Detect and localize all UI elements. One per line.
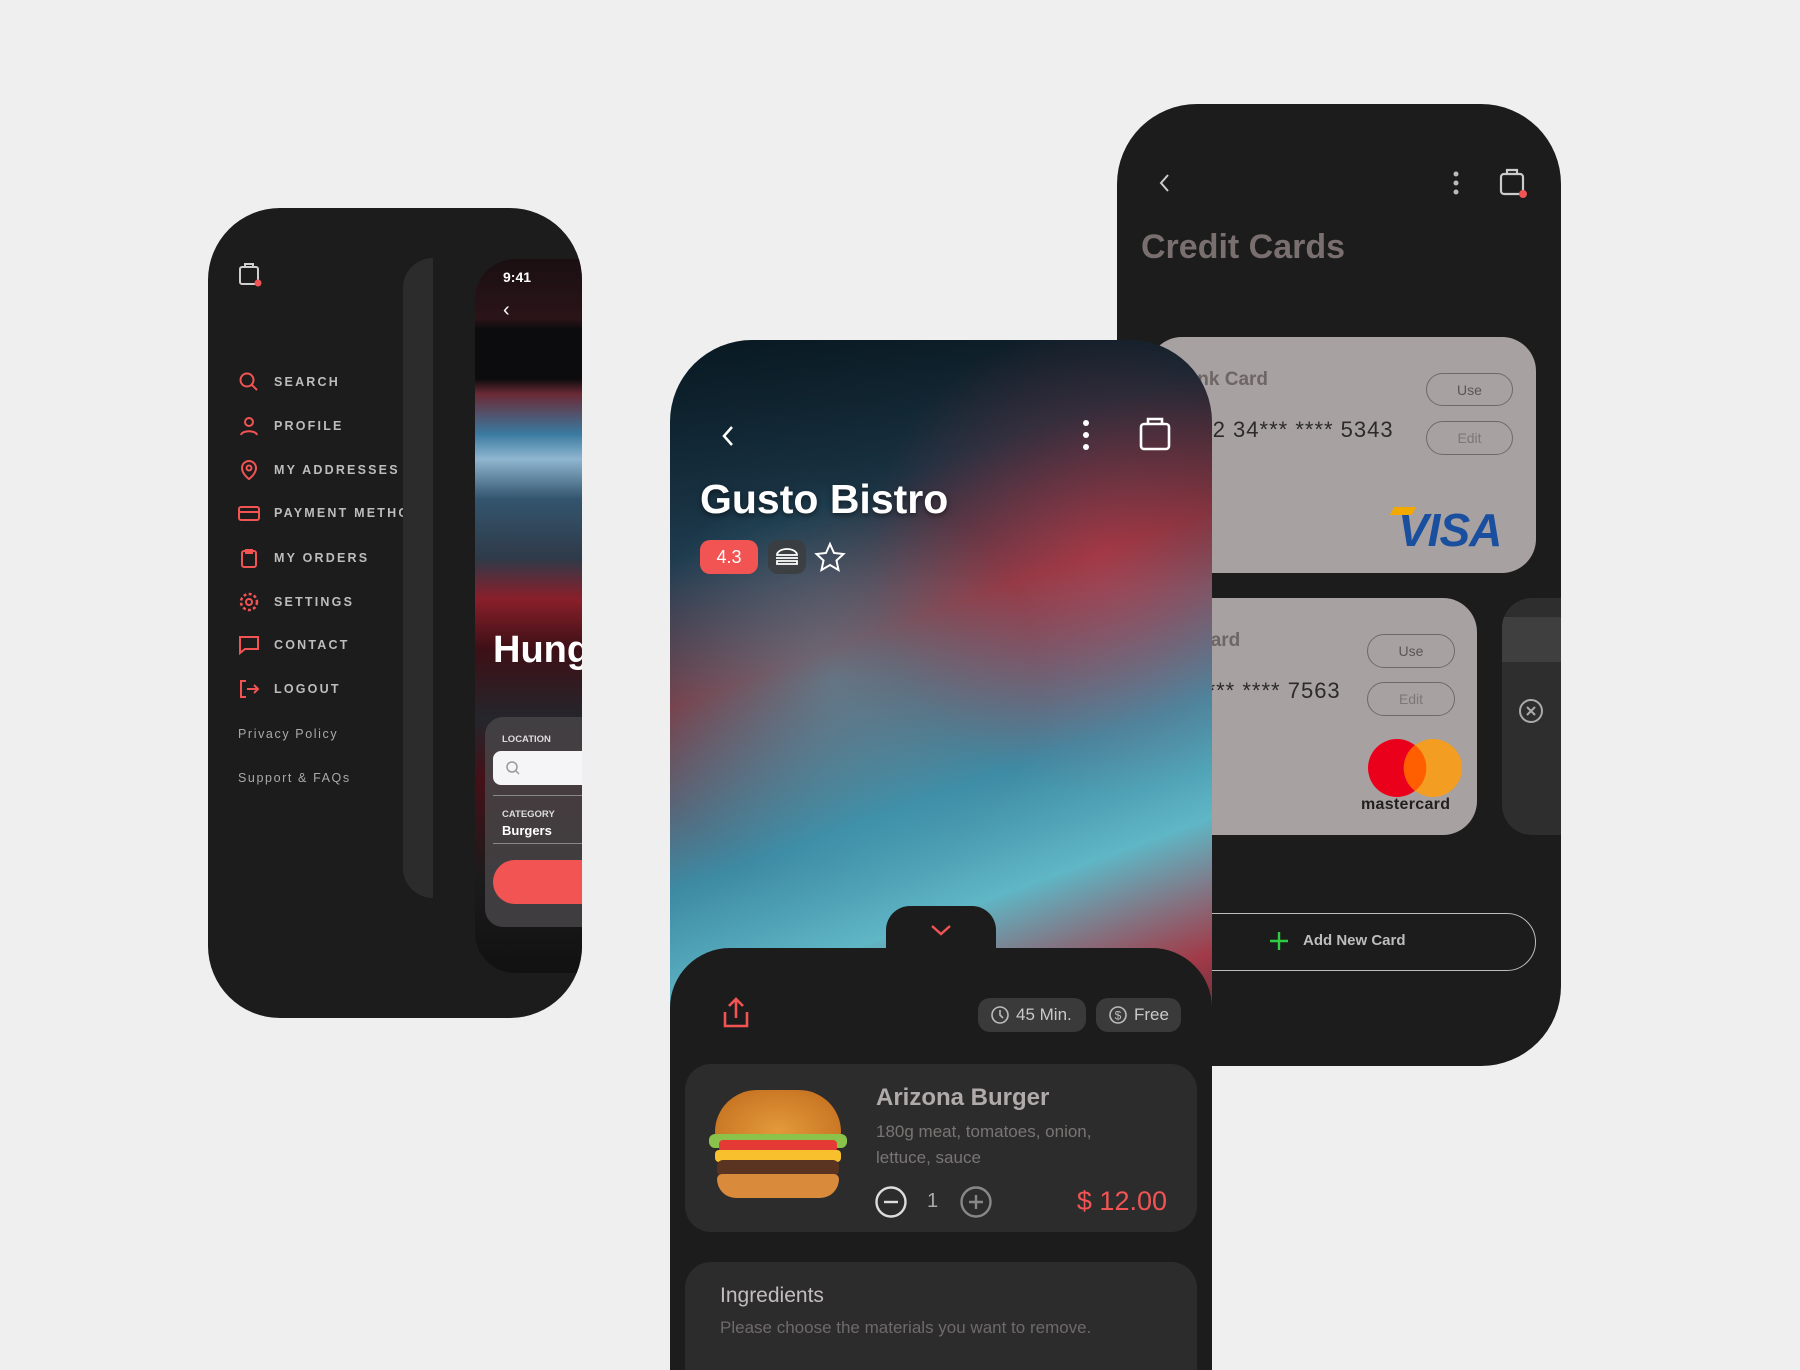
edit-card-button[interactable]: Edit — [1367, 682, 1455, 716]
menu-label: SETTINGS — [274, 595, 355, 609]
item-description: 180g meat, tomatoes, onion, — [876, 1122, 1092, 1141]
close-circle-icon[interactable] — [1518, 698, 1544, 724]
card-number: **** **** 7563 — [1197, 678, 1341, 703]
category-label: CATEGORY — [502, 809, 555, 820]
back-icon[interactable]: ‹ — [503, 299, 510, 322]
share-icon[interactable] — [722, 996, 750, 1030]
delivery-time-chip: 45 Min. — [978, 998, 1086, 1032]
search-icon — [506, 761, 520, 775]
ingredients-subtitle: Please choose the materials you want to … — [720, 1318, 1092, 1337]
menu-item-addresses[interactable]: MY ADDRESSES — [238, 459, 400, 481]
credit-card-icon — [238, 506, 260, 521]
item-name: Arizona Burger — [876, 1084, 1050, 1111]
category-badge — [768, 540, 806, 574]
map-pin-icon — [240, 460, 258, 481]
divider — [493, 843, 582, 844]
menu-item-card[interactable]: Arizona Burger 180g meat, tomatoes, onio… — [685, 1064, 1197, 1232]
search-button[interactable] — [493, 860, 582, 904]
back-icon[interactable] — [720, 424, 738, 448]
search-icon — [239, 372, 258, 391]
clipboard-icon — [241, 549, 257, 568]
back-icon[interactable] — [1157, 172, 1173, 194]
rating-badge: 4.3 — [700, 540, 758, 574]
menu-item-contact[interactable]: CONTACT — [238, 634, 350, 656]
restaurant-name: Gusto Bistro — [700, 476, 949, 522]
mastercard-wordmark: mastercard — [1361, 796, 1451, 813]
search-form: LOCATION CATEGORY Burgers — [485, 717, 582, 927]
quantity-value: 1 — [927, 1190, 939, 1212]
ingredients-title: Ingredients — [720, 1284, 824, 1307]
visa-logo: VISA — [1398, 504, 1502, 556]
delivery-fee: Free — [1134, 1005, 1169, 1024]
burger-icon — [776, 548, 798, 565]
item-price: $ 12.00 — [1076, 1186, 1167, 1216]
menu-label: PROFILE — [274, 419, 344, 433]
menu-label: MY ADDRESSES — [274, 463, 400, 477]
divider — [493, 795, 582, 796]
menu-item-orders[interactable]: MY ORDERS — [238, 547, 369, 569]
user-icon — [240, 417, 258, 436]
gear-icon — [239, 592, 259, 612]
menu-item-profile[interactable]: PROFILE — [238, 415, 344, 437]
category-select[interactable]: Burgers — [502, 823, 552, 838]
shopping-bag-icon[interactable] — [1499, 166, 1529, 198]
privacy-policy-link[interactable]: Privacy Policy — [238, 727, 338, 741]
more-vertical-icon[interactable] — [1081, 418, 1091, 452]
ingredients-card: Ingredients Please choose the materials … — [685, 1262, 1197, 1370]
star-icon[interactable] — [814, 541, 846, 573]
menu-item-logout[interactable]: LOGOUT — [238, 678, 341, 700]
location-label: LOCATION — [502, 734, 551, 745]
support-faqs-link[interactable]: Support & FAQs — [238, 771, 351, 785]
chat-icon — [239, 636, 259, 656]
menu-item-settings[interactable]: SETTINGS — [238, 591, 354, 613]
details-sheet: 45 Min. $ Free Arizona Burger 180g meat, … — [670, 948, 1212, 1370]
menu-label: CONTACT — [274, 638, 350, 652]
burger-image — [709, 1090, 847, 1200]
status-time: 9:41 — [503, 269, 532, 285]
restaurant-screen: Gusto Bistro 4.3 45 Min. $ Free Arizona B… — [670, 340, 1212, 1370]
preview-shadow — [403, 258, 433, 898]
use-card-button[interactable]: Use — [1426, 373, 1513, 406]
use-card-button[interactable]: Use — [1367, 634, 1455, 668]
add-card-label: Add New Card — [1303, 932, 1406, 949]
clock-icon — [991, 1006, 1009, 1024]
menu-label: MY ORDERS — [274, 551, 370, 565]
delivery-fee-chip: $ Free — [1096, 998, 1181, 1032]
dollar-circle-icon: $ — [1109, 1006, 1127, 1024]
menu-label: LOGOUT — [274, 682, 341, 696]
plus-circle-icon[interactable] — [959, 1185, 993, 1219]
delete-strip — [1502, 617, 1561, 662]
svg-text:$: $ — [1115, 1009, 1122, 1023]
logout-icon — [240, 680, 260, 698]
more-vertical-icon[interactable] — [1452, 170, 1460, 196]
page-title: Credit Cards — [1141, 228, 1346, 266]
menu-screen: SEARCH PROFILE MY ADDRESSES PAYMENT METH… — [208, 208, 582, 1018]
home-screen-preview[interactable]: 9:41 ‹ Hung LOCATION CATEGORY Burgers — [475, 259, 582, 973]
mastercard-logo — [1368, 739, 1462, 797]
preview-title: Hung — [493, 629, 582, 671]
restaurant-photo — [670, 340, 1212, 960]
shopping-bag-icon[interactable] — [238, 260, 264, 288]
delivery-time: 45 Min. — [1016, 1005, 1072, 1024]
edit-card-button[interactable]: Edit — [1426, 421, 1513, 455]
shopping-bag-icon[interactable] — [1138, 414, 1172, 452]
plus-icon — [1270, 932, 1288, 950]
minus-circle-icon[interactable] — [874, 1185, 908, 1219]
menu-item-search[interactable]: SEARCH — [238, 371, 340, 393]
item-description: lettuce, sauce — [876, 1148, 981, 1167]
delete-card-action[interactable] — [1502, 598, 1561, 835]
chevron-down-icon — [931, 925, 951, 936]
visa-logo-accent — [1389, 507, 1417, 515]
location-input[interactable] — [493, 751, 582, 785]
menu-label: SEARCH — [274, 375, 340, 389]
